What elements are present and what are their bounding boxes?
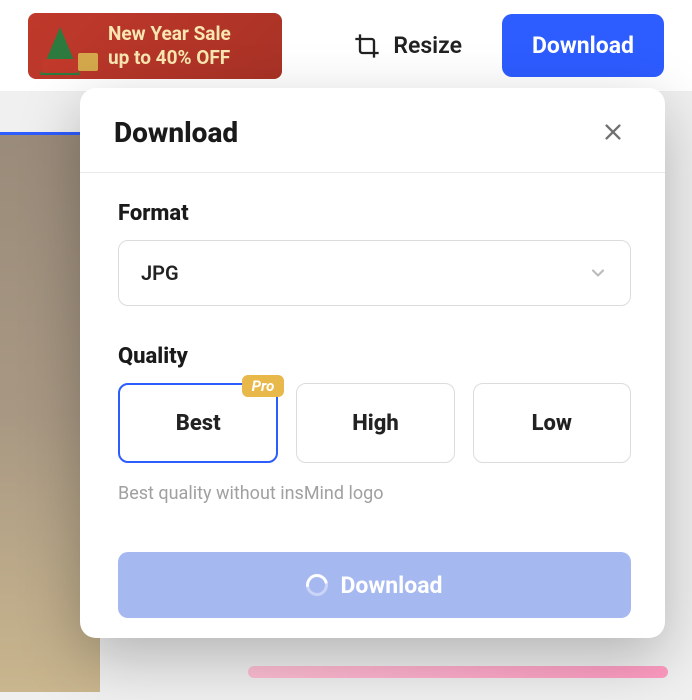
promo-banner[interactable]: New Year Sale up to 40% OFF — [28, 13, 282, 79]
quality-option-high[interactable]: High — [296, 383, 454, 463]
download-topbar-label: Download — [532, 32, 634, 59]
quality-hint: Best quality without insMind logo — [118, 483, 631, 504]
format-label: Format — [118, 201, 631, 226]
close-icon — [602, 121, 624, 143]
close-button[interactable] — [595, 114, 631, 150]
modal-download-label: Download — [340, 572, 442, 599]
spinner-icon — [302, 570, 333, 601]
chevron-down-icon — [588, 263, 608, 283]
crop-icon — [353, 32, 381, 60]
quality-options: Best Pro High Low — [118, 383, 631, 463]
modal-title: Download — [114, 116, 238, 149]
resize-label: Resize — [393, 32, 462, 59]
resize-button[interactable]: Resize — [341, 24, 474, 68]
quality-high-label: High — [352, 411, 398, 436]
bottom-strip — [248, 666, 668, 678]
promo-line1: New Year Sale — [108, 22, 231, 46]
download-button-topbar[interactable]: Download — [502, 14, 664, 77]
quality-low-label: Low — [532, 411, 572, 436]
promo-text: New Year Sale up to 40% OFF — [108, 22, 231, 70]
modal-body: Format JPG Quality Best Pro High Low Bes… — [80, 173, 665, 638]
modal-download-button[interactable]: Download — [118, 552, 631, 618]
quality-option-low[interactable]: Low — [473, 383, 631, 463]
format-value: JPG — [141, 261, 179, 285]
quality-label: Quality — [118, 344, 631, 369]
gift-icon — [78, 53, 98, 71]
download-modal: Download Format JPG Quality Best Pro Hig… — [80, 88, 665, 638]
pro-badge: Pro — [242, 375, 285, 397]
format-select[interactable]: JPG — [118, 240, 631, 306]
top-bar: New Year Sale up to 40% OFF Resize Downl… — [0, 0, 692, 92]
modal-header: Download — [80, 88, 665, 173]
quality-option-best[interactable]: Best Pro — [118, 383, 278, 463]
promo-line2: up to 40% OFF — [108, 46, 231, 70]
tree-icon — [40, 27, 80, 75]
quality-best-label: Best — [176, 411, 221, 436]
